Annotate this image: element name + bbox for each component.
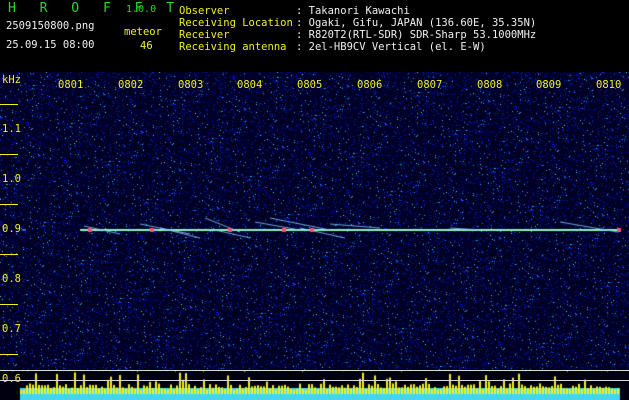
y-tick-mark — [0, 104, 18, 105]
threshold-line — [0, 370, 629, 371]
location-value: : Ogaki, Gifu, JAPAN (136.60E, 35.35N) — [296, 17, 537, 29]
y-tick-mark — [0, 304, 18, 305]
x-tick-label: 0807 — [417, 79, 443, 91]
x-tick-label: 0805 — [297, 79, 323, 91]
meteor-count: 46 — [140, 40, 153, 52]
x-tick-label: 0801 — [58, 79, 84, 91]
y-tick-label: 0.9 — [2, 223, 21, 235]
observer-value: : Takanori Kawachi — [296, 5, 410, 17]
y-tick-mark — [0, 254, 18, 255]
y-tick-label: 1.1 — [2, 123, 21, 135]
x-tick-label: 0802 — [118, 79, 144, 91]
x-tick-label: 0808 — [477, 79, 503, 91]
spectrogram — [0, 72, 629, 400]
antenna-value: : 2el-HB9CV Vertical (el. E-W) — [296, 41, 486, 53]
y-tick-label: 1.0 — [2, 173, 21, 185]
y-tick-mark — [0, 204, 18, 205]
x-tick-label: 0803 — [178, 79, 204, 91]
app-version: 1.0.0 — [126, 4, 157, 15]
x-tick-label: 0806 — [357, 79, 383, 91]
x-tick-label: 0809 — [536, 79, 562, 91]
location-label: Receiving Location — [179, 17, 293, 29]
receiver-label: Receiver — [179, 29, 230, 41]
y-tick-label: 0.7 — [2, 323, 21, 335]
y-unit-label: kHz — [2, 74, 21, 86]
antenna-label: Receiving antenna — [179, 41, 287, 53]
header-panel: H R O F F T 1.0.0 2509150800.png 25.09.1… — [0, 0, 629, 72]
threshold-line — [0, 380, 629, 381]
x-tick-label: 0804 — [237, 79, 263, 91]
observer-label: Observer — [179, 5, 230, 17]
receiver-value: : R820T2(RTL-SDR) SDR-Sharp 53.1000MHz — [296, 29, 537, 41]
file-name: 2509150800.png — [6, 20, 95, 32]
y-tick-mark — [0, 354, 18, 355]
meteor-label: meteor — [124, 26, 162, 38]
file-datetime: 25.09.15 08:00 — [6, 39, 95, 51]
y-tick-mark — [0, 154, 18, 155]
y-tick-label: 0.8 — [2, 273, 21, 285]
x-tick-label: 0810 — [596, 79, 622, 91]
